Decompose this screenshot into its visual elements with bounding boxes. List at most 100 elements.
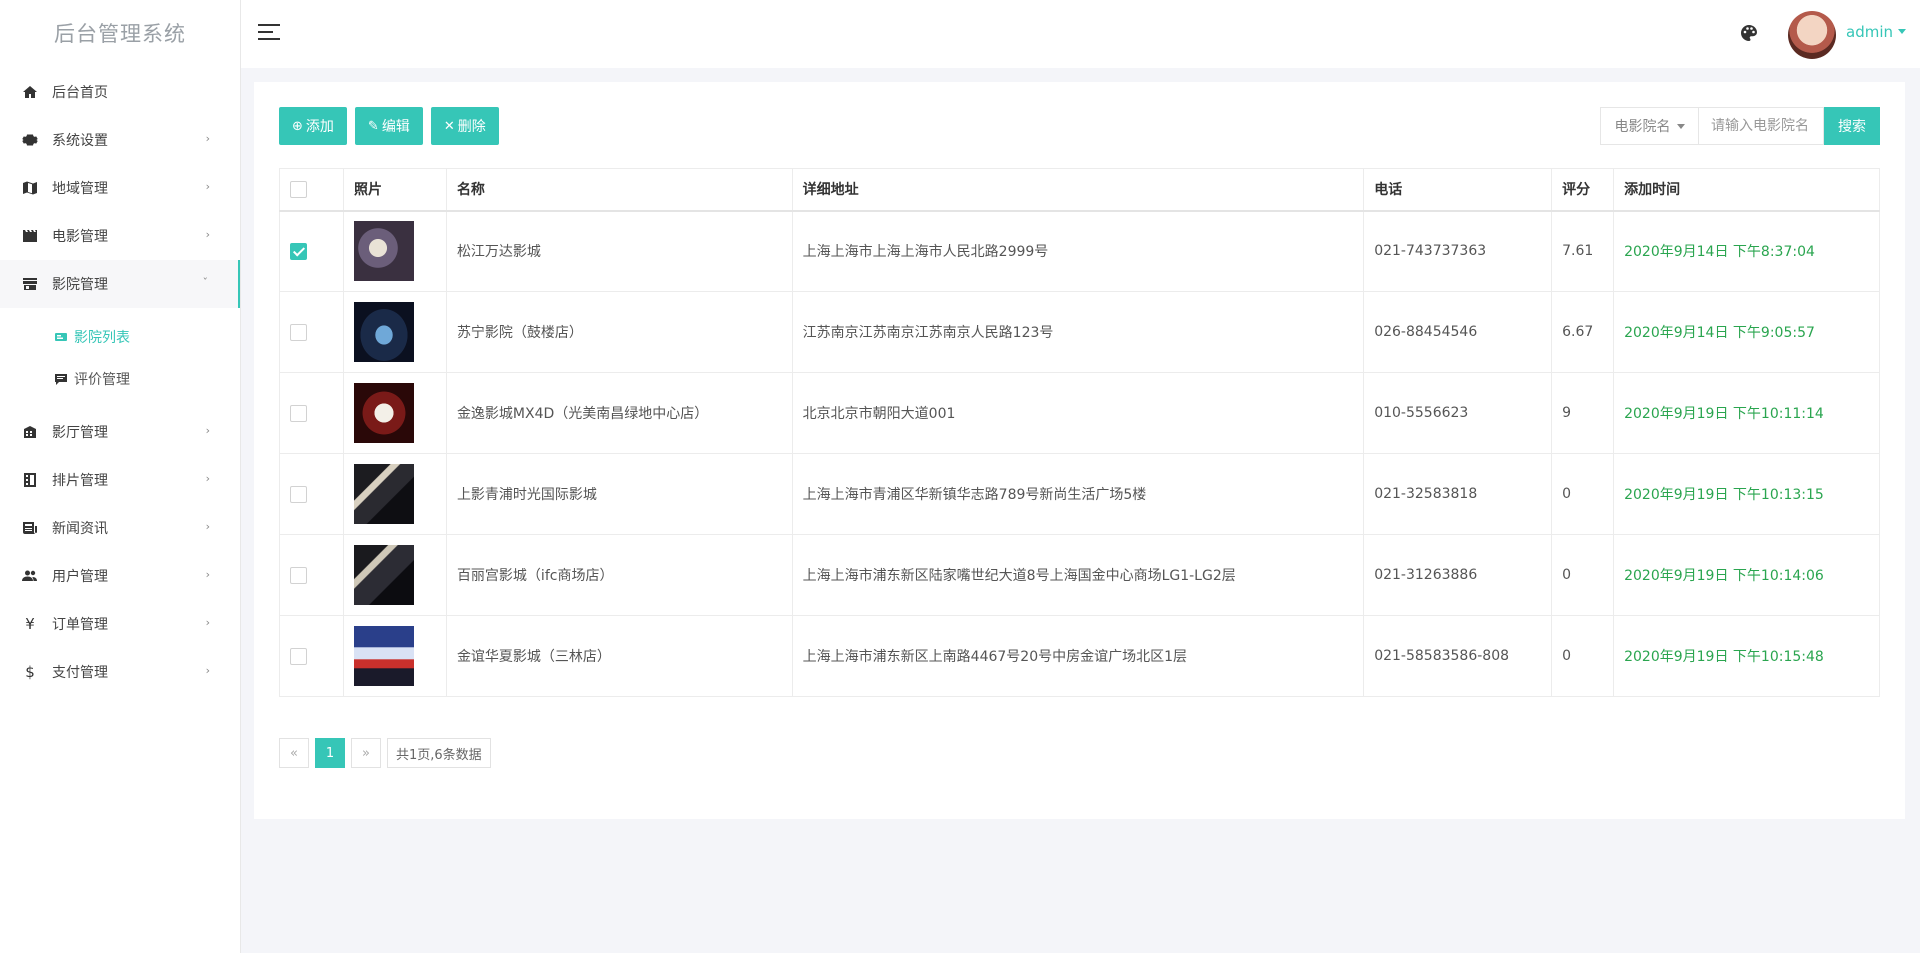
edit-button[interactable]: ✎ 编辑	[354, 107, 423, 145]
table-row[interactable]: 金谊华夏影城（三林店） 上海上海市浦东新区上南路4467号20号中房金谊广场北区…	[279, 615, 1880, 697]
film-icon	[22, 228, 38, 244]
chevron-right-icon: ›	[205, 228, 210, 241]
chevron-right-icon: ›	[205, 180, 210, 193]
chevron-right-icon: ›	[205, 424, 210, 437]
row-select-cell	[279, 372, 344, 454]
sidebar-item-label: 排片管理	[52, 473, 108, 489]
table-header-row: 照片 名称 详细地址 电话 评分 添加时间	[279, 168, 1880, 211]
row-time: 2020年9月19日 下午10:14:06	[1613, 534, 1880, 616]
row-checkbox[interactable]	[290, 566, 307, 584]
sidebar-item-hall[interactable]: 影厅管理 ›	[0, 408, 240, 456]
sidebar-item-users[interactable]: 用户管理 ›	[0, 552, 240, 600]
add-button[interactable]: ⊕ 添加	[279, 107, 347, 145]
row-photo-cell	[342, 372, 447, 454]
sidebar-item-settings[interactable]: 系统设置 ›	[0, 116, 240, 164]
next-page-button[interactable]: »	[351, 738, 381, 768]
search-button[interactable]: 搜索	[1824, 107, 1880, 145]
page-info: 共1页,6条数据	[387, 738, 491, 768]
sidebar-item-label: 后台首页	[52, 85, 108, 101]
caret-down-icon	[1676, 123, 1685, 129]
delete-button-label: 删除	[457, 119, 486, 135]
search-input[interactable]	[1698, 107, 1824, 145]
table-row[interactable]: 松江万达影城 上海上海市上海上海市人民北路2999号 021-743737363…	[279, 210, 1880, 292]
row-photo-cell	[342, 615, 447, 697]
row-select-cell	[279, 534, 344, 616]
user-name: admin	[1846, 23, 1893, 41]
sidebar-item-home[interactable]: 后台首页	[0, 68, 240, 116]
row-checkbox[interactable]	[290, 485, 307, 503]
sidebar: 后台管理系统 后台首页 系统设置 › 地域管理 › 电影管理 › 影院管理 ˇ …	[0, 0, 241, 953]
chevron-right-icon: ›	[205, 664, 210, 677]
prev-page-button[interactable]: «	[279, 738, 309, 768]
select-all-checkbox[interactable]	[290, 180, 307, 198]
search-field-select[interactable]: 电影院名	[1600, 107, 1698, 145]
row-phone: 021-31263886	[1363, 534, 1553, 616]
sub-item-review[interactable]: 评价管理	[0, 358, 240, 400]
dollar-icon: $	[25, 663, 35, 681]
header-photo: 照片	[342, 168, 447, 211]
row-name: 金逸影城MX4D（光美南昌绿地中心店）	[445, 372, 793, 454]
user-menu[interactable]: admin	[1846, 23, 1906, 41]
sidebar-item-region[interactable]: 地域管理 ›	[0, 164, 240, 212]
row-select-cell	[279, 615, 344, 697]
table-row[interactable]: 金逸影城MX4D（光美南昌绿地中心店） 北京北京市朝阳大道001 010-555…	[279, 372, 1880, 454]
avatar[interactable]	[1788, 11, 1836, 59]
row-time: 2020年9月19日 下午10:13:15	[1613, 453, 1880, 535]
sidebar-item-payment[interactable]: $ 支付管理 ›	[0, 648, 240, 696]
header-time: 添加时间	[1613, 168, 1880, 211]
chevron-right-icon: ›	[205, 520, 210, 533]
row-phone: 021-58583586-808	[1363, 615, 1553, 697]
table-row[interactable]: 百丽宫影城（ifc商场店） 上海上海市浦东新区陆家嘴世纪大道8号上海国金中心商场…	[279, 534, 1880, 616]
cinema-photo	[353, 545, 414, 605]
yen-icon: ¥	[25, 615, 35, 633]
chevron-right-icon: ›	[205, 616, 210, 629]
palette-icon[interactable]	[1740, 24, 1758, 42]
delete-button[interactable]: ✕ 删除	[430, 107, 499, 145]
chevron-down-icon: ˇ	[202, 276, 209, 289]
schedule-icon	[22, 472, 38, 488]
row-checkbox[interactable]	[290, 404, 307, 422]
row-select-cell	[279, 453, 344, 535]
sidebar-item-label: 订单管理	[52, 617, 108, 633]
row-select-cell	[279, 291, 344, 373]
row-score: 6.67	[1551, 291, 1615, 373]
search-field-label: 电影院名	[1614, 119, 1671, 135]
row-score: 0	[1551, 615, 1615, 697]
caret-down-icon	[1898, 29, 1906, 34]
row-address: 江苏南京江苏南京江苏南京人民路123号	[791, 291, 1365, 373]
header-phone: 电话	[1363, 168, 1553, 211]
sidebar-item-movie[interactable]: 电影管理 ›	[0, 212, 240, 260]
table-row[interactable]: 上影青浦时光国际影城 上海上海市青浦区华新镇华志路789号新尚生活广场5楼 02…	[279, 453, 1880, 535]
row-address: 上海上海市浦东新区上南路4467号20号中房金谊广场北区1层	[791, 615, 1365, 697]
sidebar-item-cinema[interactable]: 影院管理 ˇ	[0, 260, 240, 308]
chevron-right-icon: ›	[205, 568, 210, 581]
sub-item-cinema-list[interactable]: 影院列表	[0, 316, 240, 358]
map-icon	[22, 180, 38, 196]
row-checkbox[interactable]	[290, 647, 307, 665]
table-row[interactable]: 苏宁影院（鼓楼店） 江苏南京江苏南京江苏南京人民路123号 026-884545…	[279, 291, 1880, 373]
sidebar-item-label: 地域管理	[52, 181, 108, 197]
row-checkbox[interactable]	[290, 242, 307, 260]
row-time: 2020年9月19日 下午10:11:14	[1613, 372, 1880, 454]
row-score: 7.61	[1551, 210, 1615, 292]
row-name: 苏宁影院（鼓楼店）	[445, 291, 793, 373]
main-panel: ⊕添加 ✎编辑 ✕删除 电影院名 搜索 照片 名称 详细地址 电话 评分 添加时…	[254, 82, 1905, 819]
sidebar-item-orders[interactable]: ¥ 订单管理 ›	[0, 600, 240, 648]
sidebar-item-label: 影厅管理	[52, 425, 108, 441]
row-photo-cell	[342, 291, 447, 373]
sidebar-item-schedule[interactable]: 排片管理 ›	[0, 456, 240, 504]
sidebar-item-news[interactable]: 新闻资讯 ›	[0, 504, 240, 552]
cinema-table: 照片 名称 详细地址 电话 评分 添加时间 松江万达影城 上海上海市上海上海市人…	[279, 168, 1880, 697]
row-checkbox[interactable]	[290, 323, 307, 341]
menu-toggle-icon[interactable]	[258, 24, 280, 42]
cinema-submenu: 影院列表 评价管理	[0, 308, 240, 408]
row-name: 金谊华夏影城（三林店）	[445, 615, 793, 697]
sidebar-item-label: 影院管理	[52, 277, 108, 293]
row-name: 百丽宫影城（ifc商场店）	[445, 534, 793, 616]
page-1-button[interactable]: 1	[315, 738, 345, 768]
add-button-label: 添加	[305, 119, 334, 135]
row-score: 9	[1551, 372, 1615, 454]
chevron-right-icon: ›	[205, 472, 210, 485]
row-phone: 021-32583818	[1363, 453, 1553, 535]
cinema-photo	[353, 302, 414, 362]
